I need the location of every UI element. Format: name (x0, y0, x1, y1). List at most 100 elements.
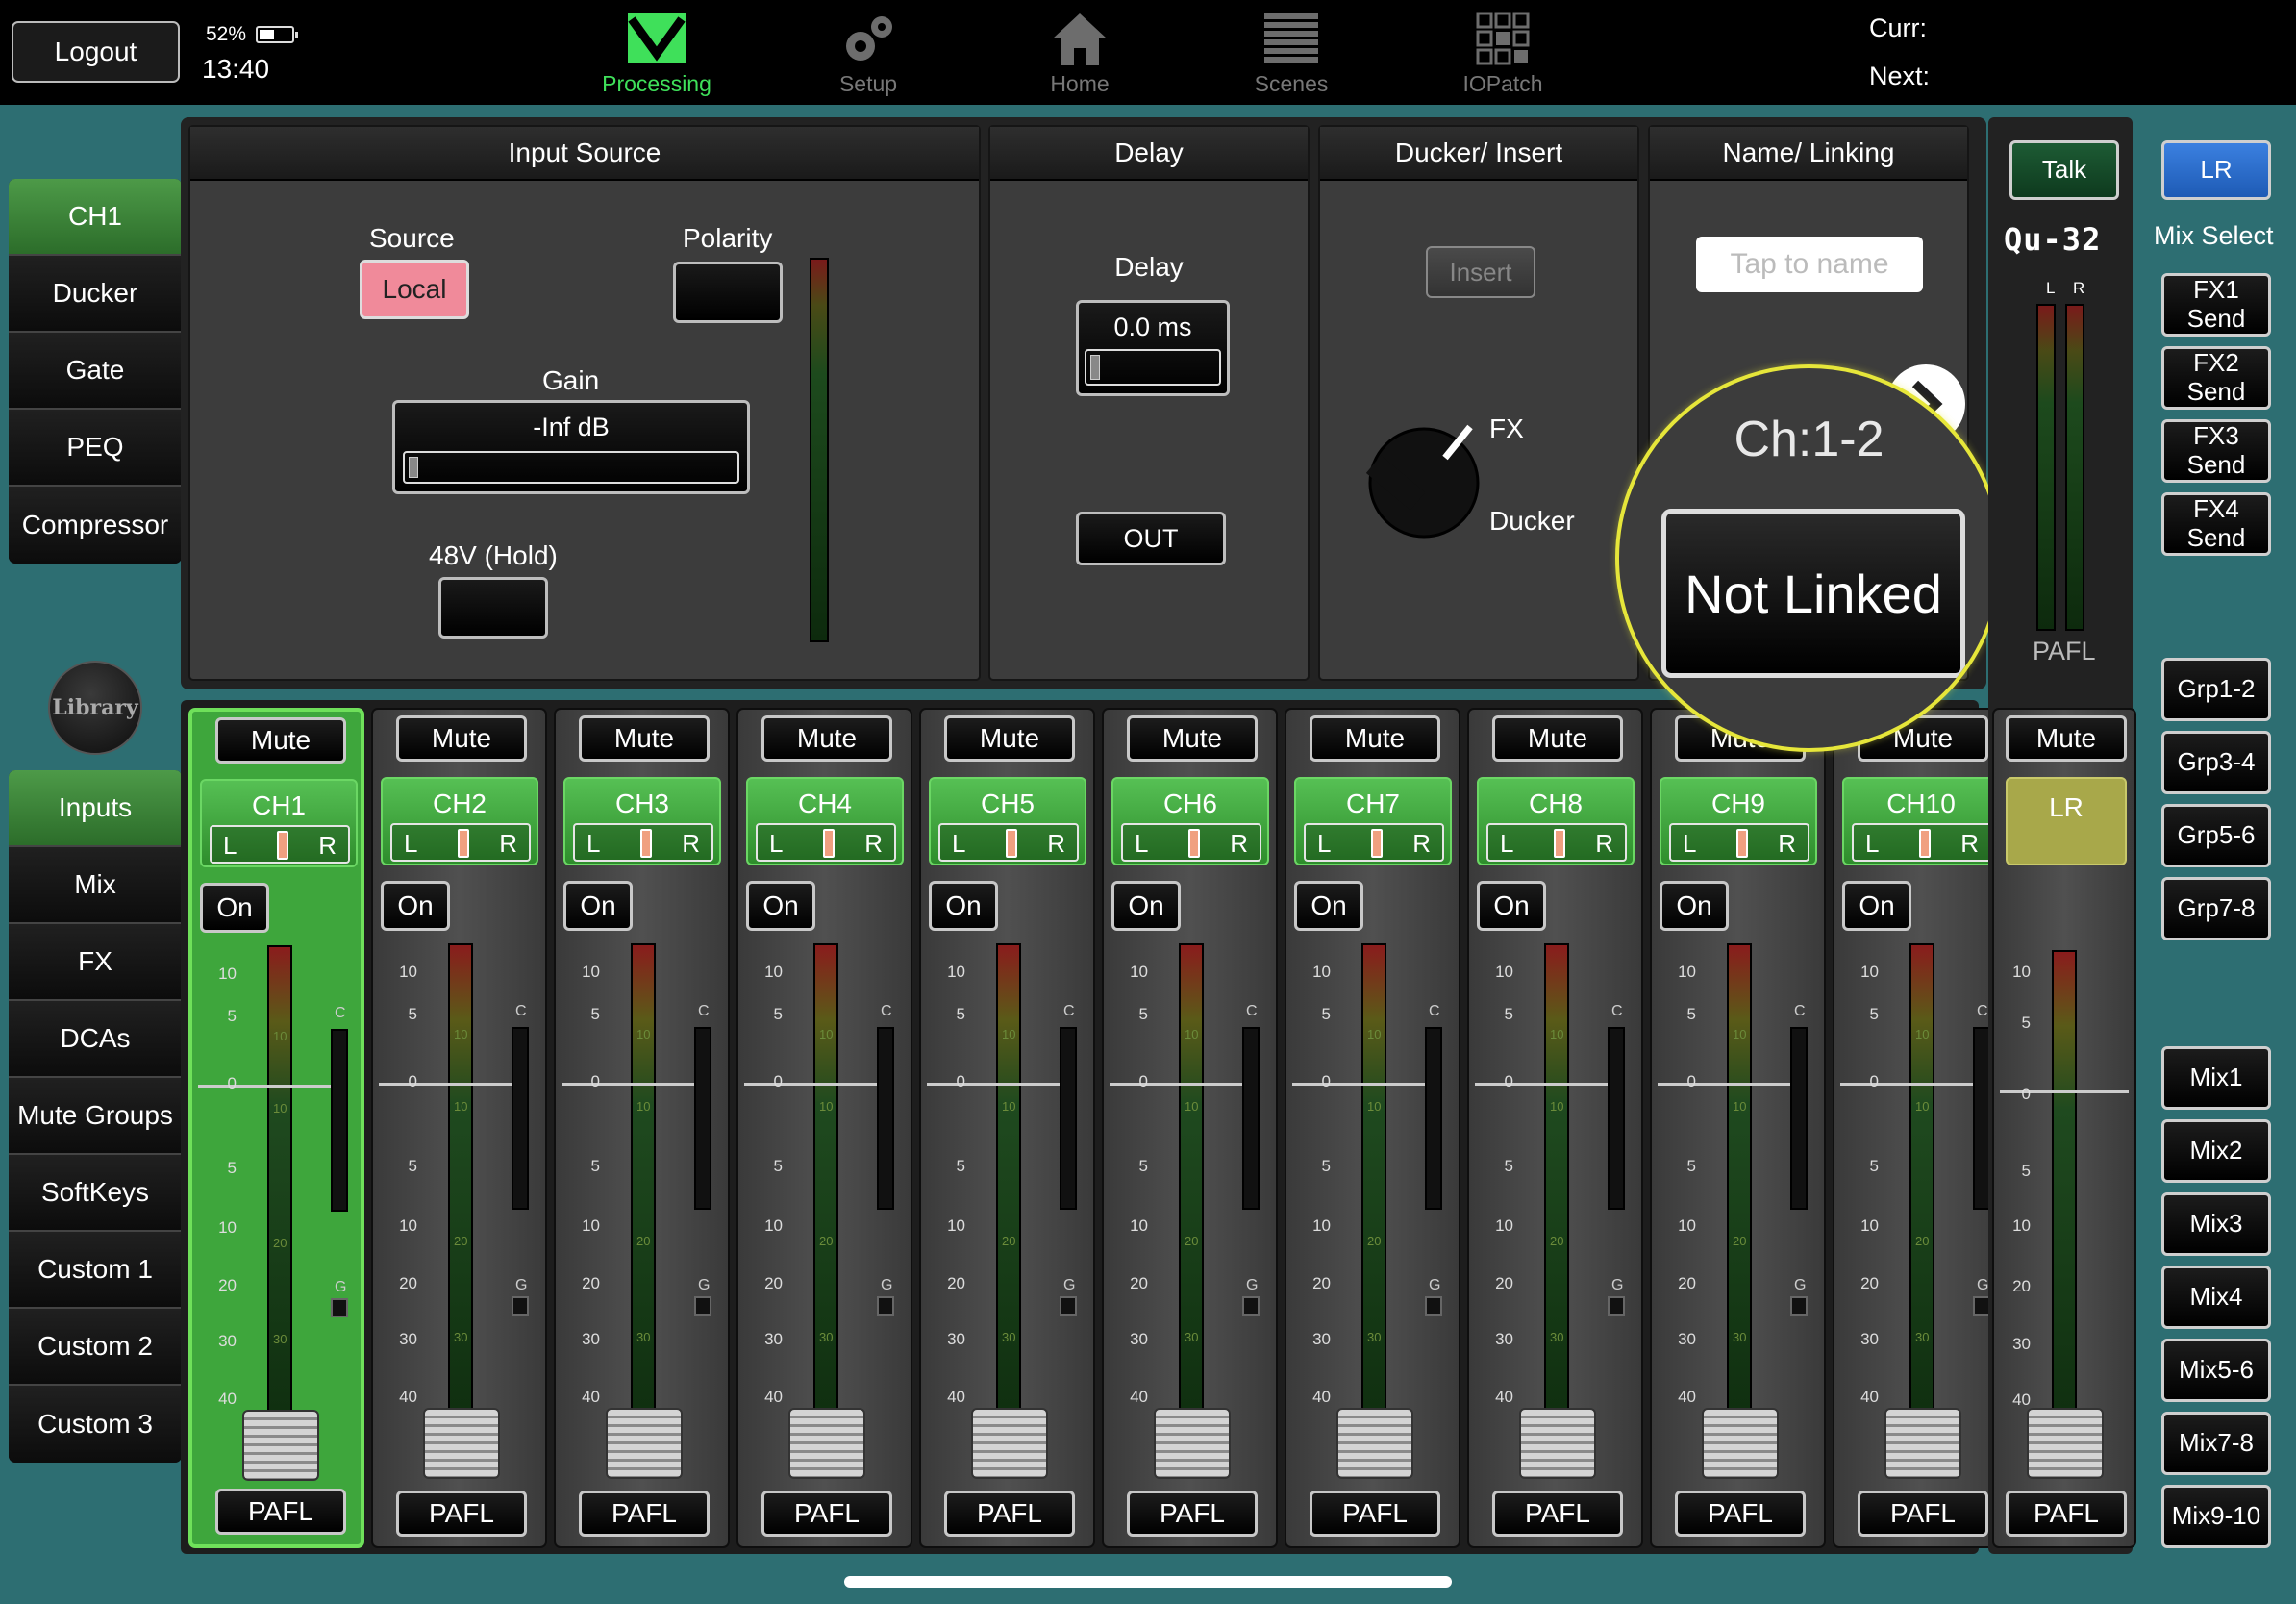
channel-name-button[interactable]: CH8 L R (1477, 777, 1635, 865)
pafl-button[interactable]: PAFL (1492, 1491, 1623, 1537)
on-button[interactable]: On (1477, 881, 1546, 931)
tab-inputs[interactable]: Inputs (9, 770, 182, 847)
fader-cap[interactable] (423, 1408, 500, 1479)
on-button[interactable]: On (200, 883, 269, 933)
nav-processing[interactable]: Processing (575, 8, 738, 100)
mix-select-button[interactable]: FX2 Send (2161, 346, 2271, 410)
talk-button[interactable]: Talk (2009, 140, 2119, 200)
mix-select-button[interactable]: Grp3-4 (2161, 731, 2271, 794)
pan-control[interactable]: L R (390, 823, 531, 862)
pan-indicator[interactable] (1919, 829, 1931, 858)
mix-select-button[interactable]: Mix3 (2161, 1192, 2271, 1256)
mix-select-button[interactable]: FX3 Send (2161, 419, 2271, 483)
tab-custom-1[interactable]: Custom 1 (9, 1232, 182, 1309)
channel-name-button[interactable]: CH5 L R (929, 777, 1086, 865)
tab-mix[interactable]: Mix (9, 847, 182, 924)
mix-select-button[interactable]: Mix9-10 (2161, 1485, 2271, 1548)
fader-cap[interactable] (242, 1410, 319, 1481)
fader-cap[interactable] (971, 1408, 1048, 1479)
polarity-button[interactable] (673, 262, 783, 323)
mute-button[interactable]: Mute (944, 715, 1075, 762)
pan-indicator[interactable] (1554, 829, 1565, 858)
mute-button[interactable]: Mute (1492, 715, 1623, 762)
nav-setup[interactable]: Setup (786, 8, 950, 100)
mute-button[interactable]: Mute (1127, 715, 1258, 762)
pan-indicator[interactable] (1736, 829, 1748, 858)
mute-button[interactable]: Mute (215, 717, 346, 764)
mix-select-button[interactable]: Grp1-2 (2161, 658, 2271, 721)
pafl-button[interactable]: PAFL (1310, 1491, 1440, 1537)
fader-cap[interactable] (1154, 1408, 1231, 1479)
not-linked-button[interactable]: Not Linked (1661, 509, 1965, 678)
channel-name-button[interactable]: CH2 L R (381, 777, 538, 865)
pan-control[interactable]: L R (573, 823, 713, 862)
fader-cap[interactable] (1336, 1408, 1413, 1479)
on-button[interactable]: On (746, 881, 815, 931)
channel-name-button[interactable]: CH10 L R (1842, 777, 2000, 865)
pan-control[interactable]: L R (1121, 823, 1261, 862)
pafl-button[interactable]: PAFL (1675, 1491, 1806, 1537)
nav-home[interactable]: Home (998, 8, 1161, 100)
nav-scenes[interactable]: Scenes (1210, 8, 1373, 100)
channel-name-button[interactable]: CH9 L R (1660, 777, 1817, 865)
pafl-button[interactable]: PAFL (1858, 1491, 1988, 1537)
delay-slider[interactable] (1085, 349, 1221, 386)
fader-cap[interactable] (1884, 1408, 1961, 1479)
on-button[interactable]: On (1842, 881, 1911, 931)
channel-name-button[interactable]: CH3 L R (563, 777, 721, 865)
on-button[interactable]: On (1294, 881, 1363, 931)
tab-custom-3[interactable]: Custom 3 (9, 1386, 182, 1463)
lr-name-button[interactable]: LR (2006, 777, 2127, 865)
pan-indicator[interactable] (1006, 829, 1017, 858)
mute-button[interactable]: Mute (396, 715, 527, 762)
mute-button[interactable]: Mute (579, 715, 710, 762)
nav-iopatch[interactable]: IOPatch (1421, 8, 1585, 100)
on-button[interactable]: On (1111, 881, 1181, 931)
delay-out-button[interactable]: OUT (1076, 512, 1226, 565)
pan-indicator[interactable] (640, 829, 652, 858)
pan-control[interactable]: L R (1304, 823, 1444, 862)
mix-select-button[interactable]: Mix4 (2161, 1266, 2271, 1329)
home-indicator[interactable] (844, 1576, 1452, 1588)
gain-slider-handle[interactable] (409, 457, 418, 478)
tab-gate[interactable]: Gate (9, 333, 182, 410)
fx-ducker-knob[interactable] (1366, 415, 1491, 540)
tab-softkeys[interactable]: SoftKeys (9, 1155, 182, 1232)
pan-indicator[interactable] (458, 829, 469, 858)
channel-name-button[interactable]: CH7 L R (1294, 777, 1452, 865)
pan-indicator[interactable] (1371, 829, 1383, 858)
pan-indicator[interactable] (823, 829, 835, 858)
delay-slider-handle[interactable] (1090, 355, 1100, 380)
tab-ch1[interactable]: CH1 (9, 179, 182, 256)
mix-select-button[interactable]: Mix7-8 (2161, 1412, 2271, 1475)
mix-select-button[interactable]: Grp7-8 (2161, 877, 2271, 940)
pan-control[interactable]: L R (938, 823, 1079, 862)
on-button[interactable]: On (563, 881, 633, 931)
pan-indicator[interactable] (1188, 829, 1200, 858)
lr-fader-cap[interactable] (2027, 1408, 2104, 1479)
tab-custom-2[interactable]: Custom 2 (9, 1309, 182, 1386)
tab-dcas[interactable]: DCAs (9, 1001, 182, 1078)
phantom-power-button[interactable] (438, 577, 548, 639)
pan-indicator[interactable] (277, 831, 288, 860)
pafl-button[interactable]: PAFL (579, 1491, 710, 1537)
tab-compressor[interactable]: Compressor (9, 487, 182, 564)
mix-select-button[interactable]: FX1 Send (2161, 273, 2271, 337)
gain-control[interactable]: -Inf dB (392, 400, 750, 494)
channel-name-button[interactable]: CH4 L R (746, 777, 904, 865)
fader-cap[interactable] (606, 1408, 683, 1479)
fader-cap[interactable] (788, 1408, 865, 1479)
mix-select-button[interactable]: Mix5-6 (2161, 1339, 2271, 1402)
pan-control[interactable]: L R (756, 823, 896, 862)
pafl-button[interactable]: PAFL (215, 1489, 346, 1535)
pafl-button[interactable]: PAFL (1127, 1491, 1258, 1537)
pan-control[interactable]: L R (210, 825, 350, 864)
pan-control[interactable]: L R (1852, 823, 1992, 862)
fader-cap[interactable] (1702, 1408, 1779, 1479)
fader-cap[interactable] (1519, 1408, 1596, 1479)
mix-select-button[interactable]: Mix1 (2161, 1046, 2271, 1110)
library-button[interactable]: Library (48, 661, 142, 755)
on-button[interactable]: On (381, 881, 450, 931)
mix-select-button[interactable]: Mix2 (2161, 1119, 2271, 1183)
channel-name-button[interactable]: CH1 L R (200, 779, 358, 867)
